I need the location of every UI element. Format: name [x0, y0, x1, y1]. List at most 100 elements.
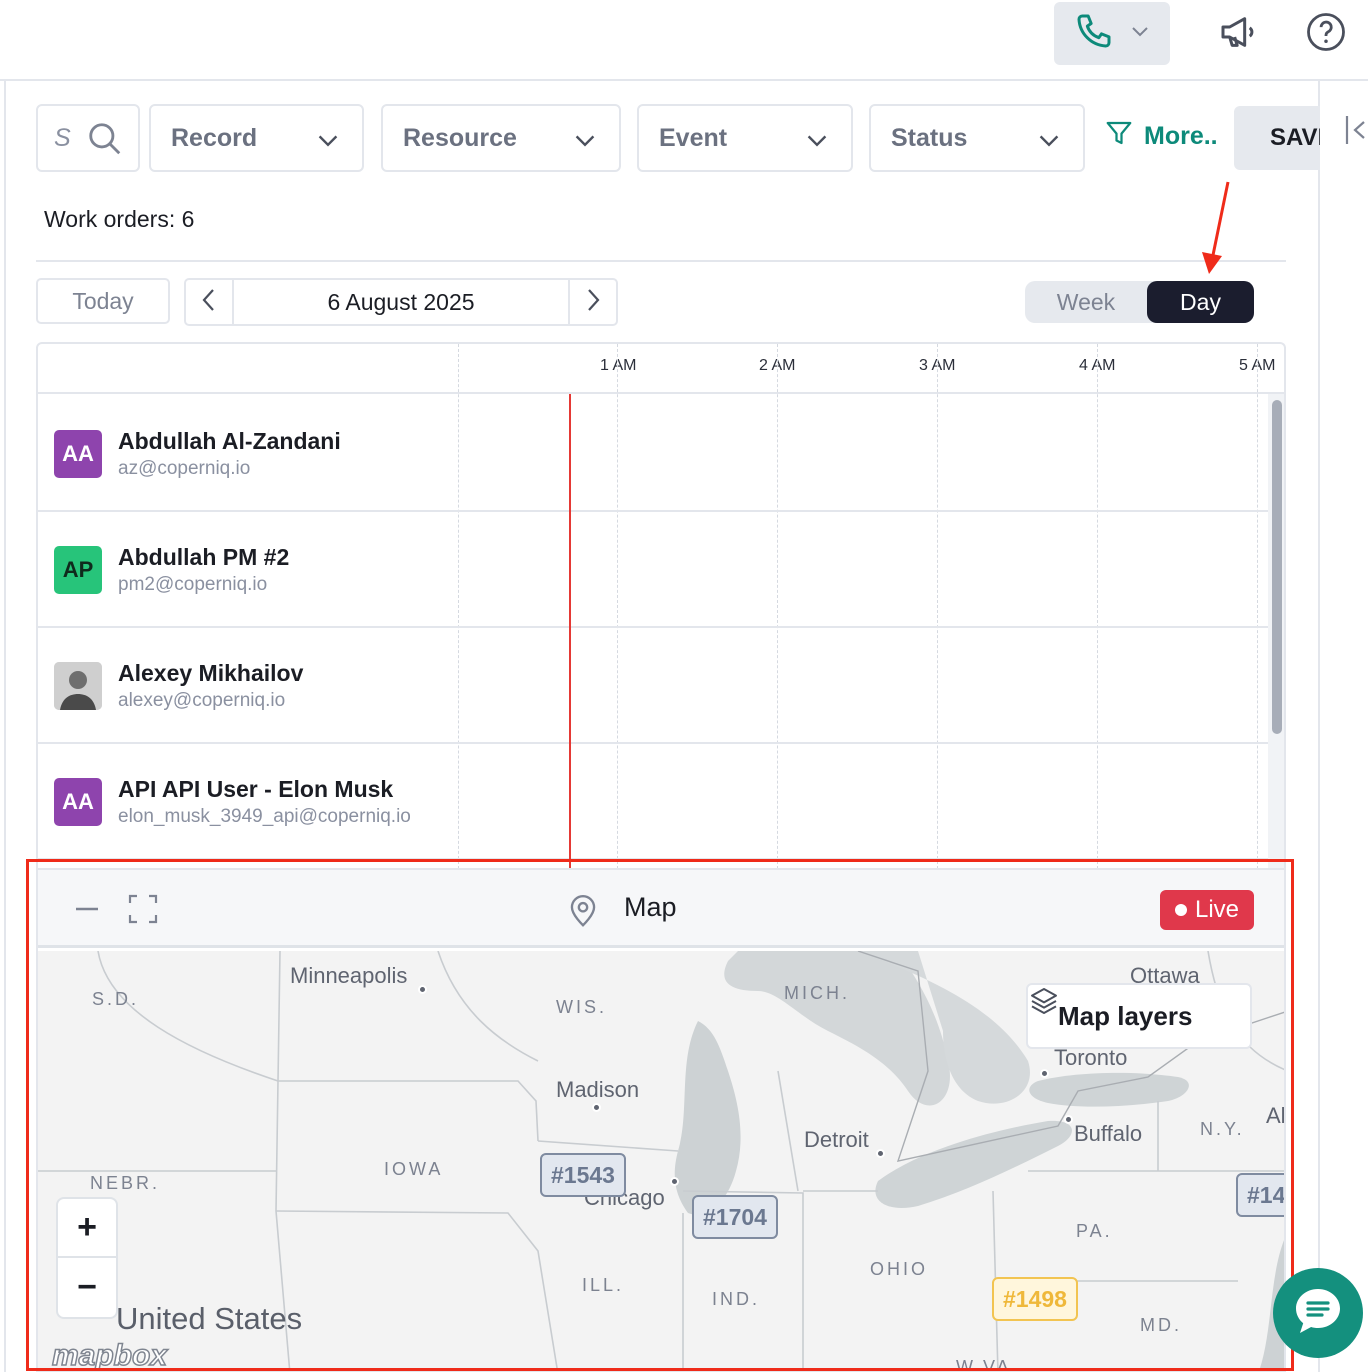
- timeline-header: 1 AM 2 AM 3 AM 4 AM 5 AM: [38, 344, 1284, 394]
- current-date: 6 August 2025: [327, 288, 475, 315]
- map-layers-label: Map layers: [1058, 1000, 1193, 1031]
- chevron-down-icon: [805, 128, 829, 159]
- collapse-panel-icon[interactable]: [1344, 112, 1368, 153]
- event-filter-label: Event: [659, 123, 728, 152]
- map-state-label: NEBR.: [90, 1173, 161, 1193]
- live-dot-icon: [1174, 904, 1187, 916]
- city-dot: [1040, 1069, 1049, 1078]
- expand-icon[interactable]: [128, 894, 158, 929]
- resource-email: pm2@coperniq.io: [118, 574, 268, 595]
- record-filter-label: Record: [171, 123, 258, 152]
- work-order-marker[interactable]: #1498: [992, 1277, 1078, 1321]
- resource-row[interactable]: AA API API User - Elon Musk elon_musk_39…: [38, 744, 1268, 860]
- work-order-marker[interactable]: #14: [1236, 1173, 1284, 1217]
- map-state-label: PA.: [1076, 1221, 1113, 1241]
- phone-dropdown-button[interactable]: [1054, 2, 1170, 65]
- map-state-label: W.VA.: [956, 1357, 1020, 1372]
- annotation-arrow: [1202, 181, 1230, 274]
- resource-name: Alexey Mikhailov: [118, 660, 304, 686]
- save-button[interactable]: SAVE: [1234, 106, 1320, 170]
- map-place-label: Madison: [556, 1077, 640, 1102]
- more-filters-button[interactable]: More..: [1104, 118, 1218, 155]
- map-title: Map: [624, 892, 677, 922]
- live-label: Live: [1194, 896, 1240, 923]
- week-view-button[interactable]: Week: [1025, 281, 1147, 323]
- country-label: United States: [116, 1301, 303, 1336]
- map-state-label: ILL.: [582, 1275, 625, 1295]
- scrollbar-thumb[interactable]: [1272, 400, 1282, 734]
- search-icon: [86, 120, 124, 165]
- work-order-marker[interactable]: #1704: [692, 1195, 778, 1239]
- map-state-label: N.Y.: [1200, 1119, 1245, 1139]
- resource-email: elon_musk_3949_api@coperniq.io: [118, 806, 411, 827]
- map-place-label: Minneapolis: [290, 963, 408, 988]
- chat-support-button[interactable]: [1273, 1268, 1363, 1358]
- previous-day-button[interactable]: [186, 280, 234, 324]
- current-time-line: [569, 394, 571, 872]
- phone-icon: [1074, 11, 1114, 56]
- resource-email: az@coperniq.io: [118, 458, 251, 479]
- search-placeholder: S: [54, 123, 71, 152]
- map-panel: Map Live Minneapolis Madison Detroit Tor…: [36, 868, 1286, 1372]
- avatar: AA: [54, 778, 102, 826]
- zoom-controls: + −: [56, 1197, 118, 1319]
- chevron-down-icon: [1130, 21, 1150, 46]
- more-filters-label: More..: [1144, 122, 1218, 150]
- resource-filter-label: Resource: [403, 123, 517, 152]
- city-dot: [670, 1177, 679, 1186]
- top-bar: [0, 0, 1368, 81]
- day-view-button[interactable]: Day: [1147, 281, 1254, 323]
- resource-email: alexey@coperniq.io: [118, 690, 286, 711]
- mapbox-logo[interactable]: mapbox: [51, 1338, 168, 1370]
- chevron-left-icon: [199, 287, 219, 318]
- divider: [36, 260, 1286, 262]
- minimize-icon[interactable]: [74, 896, 100, 927]
- resource-row[interactable]: AP Abdullah PM #2 pm2@coperniq.io: [38, 512, 1268, 628]
- resource-row[interactable]: AA Abdullah Al-Zandani az@coperniq.io: [38, 396, 1268, 512]
- resource-name: API API User - Elon Musk: [118, 776, 394, 802]
- date-navigator: 6 August 2025: [184, 278, 618, 326]
- chevron-right-icon: [583, 287, 603, 318]
- map-place-label: Al: [1266, 1103, 1286, 1128]
- map-canvas[interactable]: Minneapolis Madison Detroit Toronto Buff…: [38, 951, 1286, 1372]
- chevron-down-icon: [573, 128, 597, 159]
- city-dot: [418, 985, 427, 994]
- person-photo-icon: [54, 662, 102, 710]
- search-input[interactable]: S: [36, 104, 140, 172]
- megaphone-icon[interactable]: [1216, 10, 1260, 54]
- city-dot: [1064, 1115, 1073, 1124]
- chevron-down-icon: [316, 128, 340, 159]
- map-state-label: IOWA: [384, 1159, 444, 1179]
- chat-icon: [1290, 1283, 1346, 1344]
- zoom-in-button[interactable]: +: [58, 1199, 116, 1258]
- record-filter-dropdown[interactable]: Record: [149, 104, 364, 172]
- save-button-label: SAVE: [1270, 124, 1320, 151]
- event-filter-dropdown[interactable]: Event: [637, 104, 853, 172]
- today-button[interactable]: Today: [36, 278, 170, 324]
- map-place-label: Detroit: [804, 1127, 869, 1152]
- resource-name: Abdullah PM #2: [118, 544, 290, 570]
- map-state-label: WIS.: [556, 997, 607, 1017]
- map-layers-button[interactable]: Map layers: [1026, 983, 1252, 1049]
- map-state-label: IND.: [712, 1289, 760, 1309]
- hour-label: 1 AM: [600, 357, 637, 374]
- resource-filter-dropdown[interactable]: Resource: [381, 104, 621, 172]
- work-order-marker[interactable]: #1543: [540, 1153, 626, 1197]
- view-toggle: Week Day: [1025, 281, 1254, 323]
- status-filter-dropdown[interactable]: Status: [869, 104, 1085, 172]
- avatar: AP: [54, 546, 102, 594]
- help-circle-icon[interactable]: [1304, 10, 1348, 54]
- resource-row[interactable]: Alexey Mikhailov alexey@coperniq.io: [38, 628, 1268, 744]
- map-state-label: MD.: [1140, 1315, 1182, 1335]
- next-day-button[interactable]: [568, 280, 616, 324]
- avatar-photo: [54, 662, 102, 710]
- resource-name: Abdullah Al-Zandani: [118, 428, 341, 454]
- map-pin-icon: [566, 892, 600, 933]
- chevron-down-icon: [1037, 128, 1061, 159]
- schedule-grid: 1 AM 2 AM 3 AM 4 AM 5 AM AA Abdullah Al-…: [36, 342, 1286, 872]
- live-badge[interactable]: Live: [1160, 890, 1254, 930]
- city-dot: [592, 1103, 601, 1112]
- zoom-out-button[interactable]: −: [58, 1258, 116, 1317]
- map-state-label: MICH.: [784, 983, 850, 1003]
- filter-funnel-icon: [1104, 118, 1134, 155]
